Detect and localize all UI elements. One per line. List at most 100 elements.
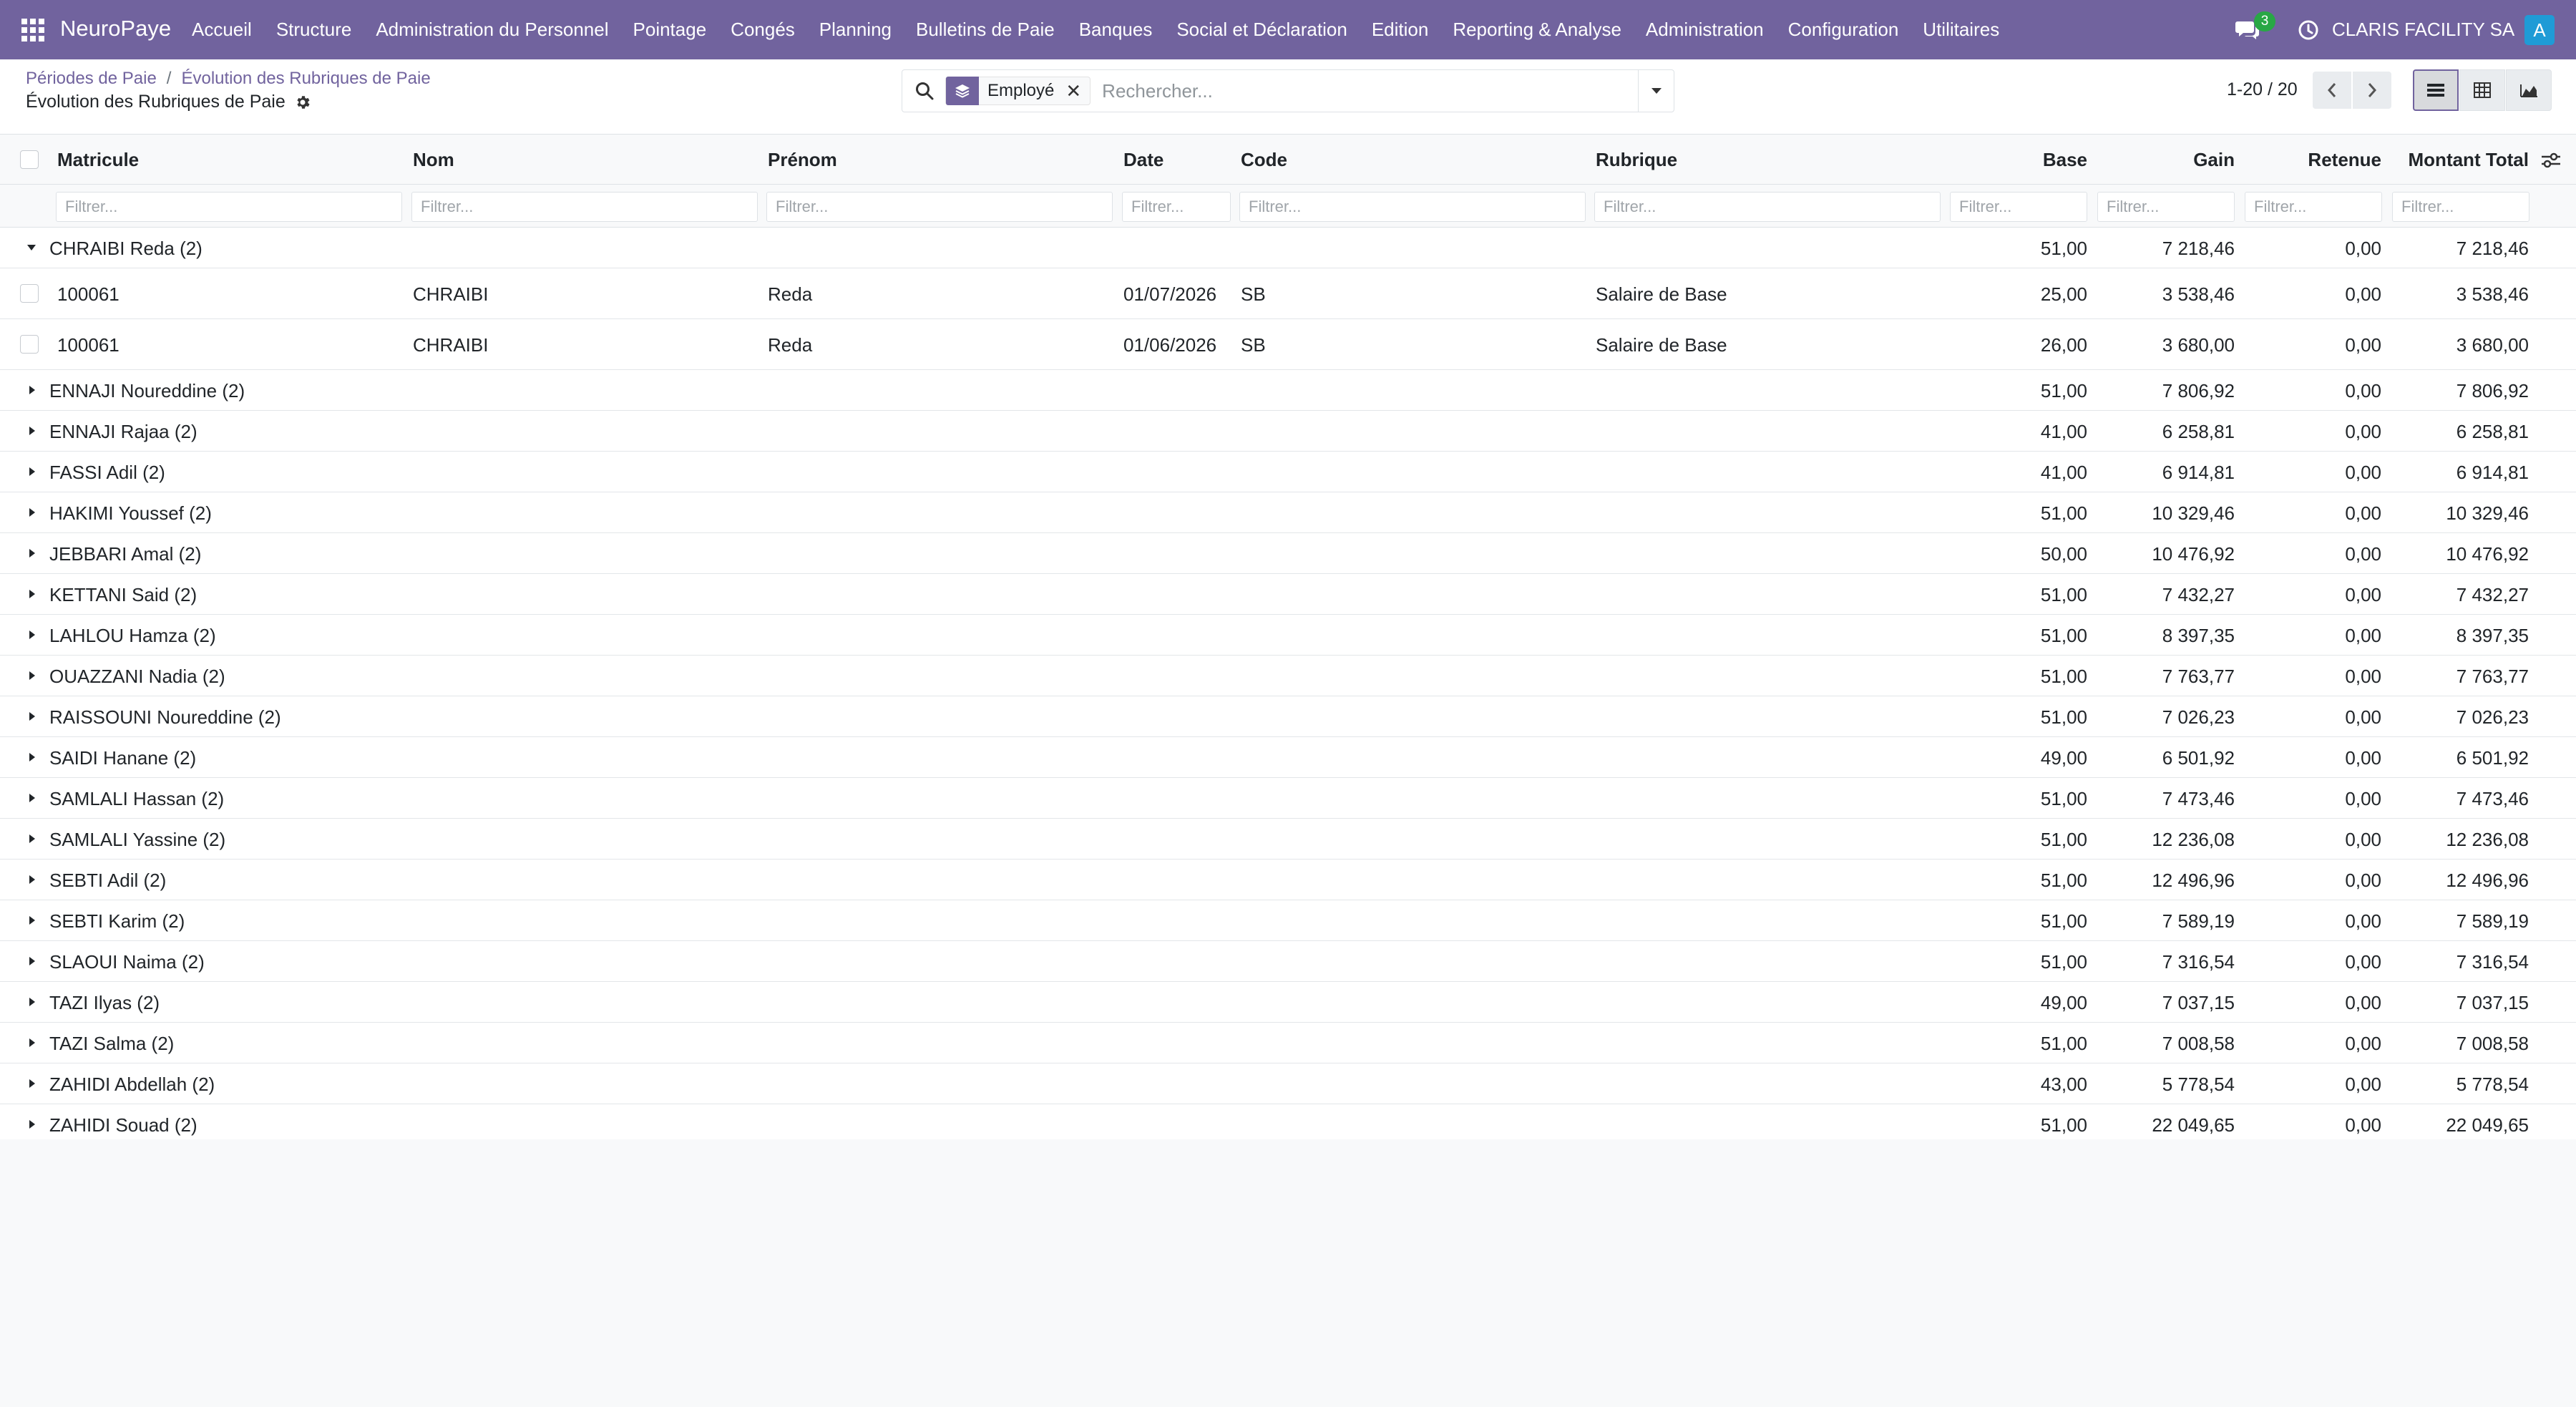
group-row[interactable]: CHRAIBI Reda (2) 51,00 7 218,46 0,00 7 2… (0, 228, 2576, 268)
group-row[interactable]: ENNAJI Rajaa (2) 41,00 6 258,81 0,00 6 258,8… (0, 411, 2576, 452)
column-header-retenue[interactable]: Retenue (2308, 149, 2381, 171)
breadcrumb-link-periodes[interactable]: Périodes de Paie (26, 69, 157, 88)
column-header-nom[interactable]: Nom (413, 149, 454, 171)
filter-input-retenue[interactable] (2245, 192, 2382, 222)
group-retenue: 0,00 (2345, 584, 2381, 605)
menu-item[interactable]: Edition (1360, 19, 1441, 41)
select-all-checkbox[interactable] (20, 150, 39, 169)
filter-input-rubrique[interactable] (1594, 192, 1941, 222)
column-header-base[interactable]: Base (2043, 149, 2087, 171)
group-total: 7 218,46 (2456, 238, 2529, 259)
sliders-icon[interactable] (2540, 150, 2562, 170)
group-row[interactable]: SEBTI Adil (2) 51,00 12 496,96 0,00 12 496,9… (0, 860, 2576, 900)
menu-item[interactable]: Banques (1067, 19, 1165, 41)
menu-item[interactable]: Social et Déclaration (1164, 19, 1359, 41)
list-view-button[interactable] (2413, 69, 2459, 111)
table-row[interactable]: 100061 CHRAIBI Reda 01/06/2026 SB Salaire de … (0, 319, 2576, 370)
graph-view-button[interactable] (2506, 69, 2552, 111)
group-row[interactable]: SLAOUI Naima (2) 51,00 7 316,54 0,00 7 316,5… (0, 941, 2576, 982)
group-gain: 6 914,81 (2162, 462, 2235, 483)
company-switcher[interactable]: CLARIS FACILITY SA (2332, 19, 2514, 41)
menu-item[interactable]: Bulletins de Paie (904, 19, 1067, 41)
column-header-matricule[interactable]: Matricule (57, 149, 139, 171)
menu-item[interactable]: Pointage (621, 19, 719, 41)
group-label: RAISSOUNI Noureddine (2) (49, 706, 281, 728)
column-header-prenom[interactable]: Prénom (768, 149, 837, 171)
app-brand[interactable]: NeuroPaye (60, 16, 171, 42)
filter-input-nom[interactable] (411, 192, 758, 222)
filter-input-montant-total[interactable] (2392, 192, 2529, 222)
cell-matricule: 100061 (57, 334, 119, 356)
group-row[interactable]: TAZI Salma (2) 51,00 7 008,58 0,00 7 008,58 (0, 1023, 2576, 1063)
search-input[interactable] (1102, 79, 1638, 102)
group-row[interactable]: JEBBARI Amal (2) 50,00 10 476,92 0,00 10 476… (0, 533, 2576, 574)
column-header-montant-total[interactable]: Montant Total (2409, 149, 2529, 171)
user-avatar[interactable]: A (2524, 15, 2555, 45)
page-title-text: Évolution des Rubriques de Paie (26, 92, 286, 112)
group-row[interactable]: HAKIMI Youssef (2) 51,00 10 329,46 0,00 10 3… (0, 492, 2576, 533)
menu-item[interactable]: Reporting & Analyse (1440, 19, 1634, 41)
column-header-code[interactable]: Code (1241, 149, 1287, 171)
table-row[interactable]: 100061 CHRAIBI Reda 01/07/2026 SB Salaire de … (0, 268, 2576, 319)
group-row[interactable]: SAMLALI Yassine (2) 51,00 12 236,08 0,00 12 … (0, 819, 2576, 860)
menu-item[interactable]: Administration du Personnel (364, 19, 620, 41)
group-retenue: 0,00 (2345, 238, 2381, 259)
group-gain: 7 037,15 (2162, 992, 2235, 1013)
group-row[interactable]: ENNAJI Noureddine (2) 51,00 7 806,92 0,00 7 … (0, 370, 2576, 411)
menu-item[interactable]: Configuration (1776, 19, 1911, 41)
breadcrumb-link-evolution[interactable]: Évolution des Rubriques de Paie (181, 69, 430, 88)
list-table: Matricule Nom Prénom Date Code Rubrique … (0, 135, 2576, 1189)
caret-right-icon (29, 998, 35, 1006)
menu-item[interactable]: Congés (718, 19, 807, 41)
menu-item[interactable]: Structure (264, 19, 364, 41)
search-options-toggle[interactable] (1638, 70, 1674, 112)
group-row[interactable]: RAISSOUNI Noureddine (2) 51,00 7 026,23 0,0… (0, 696, 2576, 737)
list-icon (2427, 84, 2444, 97)
group-row[interactable]: TAZI Ilyas (2) 49,00 7 037,15 0,00 7 037,15 (0, 982, 2576, 1023)
pager-value[interactable]: 1-20 / 20 (2227, 79, 2298, 100)
menu-item[interactable]: Accueil (180, 19, 264, 41)
breadcrumb: Périodes de Paie / Évolution des Rubriques… (26, 69, 431, 89)
gear-icon[interactable] (294, 94, 311, 111)
row-checkbox[interactable] (20, 284, 39, 303)
filter-input-matricule[interactable] (56, 192, 402, 222)
clock-icon[interactable] (2297, 19, 2320, 42)
column-header-gain[interactable]: Gain (2193, 149, 2235, 171)
group-gain: 8 397,35 (2162, 625, 2235, 646)
filter-input-date[interactable] (1122, 192, 1231, 222)
group-label: SLAOUI Naima (2) (49, 951, 205, 973)
group-row[interactable]: ZAHIDI Abdellah (2) 43,00 5 778,54 0,00 5 77… (0, 1063, 2576, 1104)
row-checkbox[interactable] (20, 335, 39, 354)
filter-input-prenom[interactable] (766, 192, 1113, 222)
caret-right-icon (29, 671, 35, 680)
filter-input-base[interactable] (1950, 192, 2087, 222)
group-row[interactable]: SAMLALI Hassan (2) 51,00 7 473,46 0,00 7 473… (0, 778, 2576, 819)
menu-item[interactable]: Planning (807, 19, 904, 41)
search-icon[interactable] (914, 80, 935, 102)
pager-next-button[interactable] (2353, 72, 2391, 109)
top-navbar: NeuroPaye Accueil Structure Administration… (0, 0, 2576, 59)
column-header-rubrique[interactable]: Rubrique (1596, 149, 1677, 171)
group-row[interactable]: KETTANI Said (2) 51,00 7 432,27 0,00 7 432,2… (0, 574, 2576, 615)
filter-input-code[interactable] (1239, 192, 1586, 222)
group-total: 6 501,92 (2456, 747, 2529, 769)
pivot-view-button[interactable] (2459, 69, 2505, 111)
filter-input-gain[interactable] (2097, 192, 2235, 222)
apps-grid-icon[interactable] (21, 19, 44, 42)
caret-right-icon (29, 549, 35, 558)
cell-retenue: 0,00 (2345, 283, 2381, 305)
group-gain: 22 049,65 (2152, 1114, 2235, 1136)
group-row[interactable]: OUAZZANI Nadia (2) 51,00 7 763,77 0,00 7 763… (0, 656, 2576, 696)
column-header-date[interactable]: Date (1123, 149, 1163, 171)
menu-item[interactable]: Administration (1634, 19, 1776, 41)
menu-item[interactable]: Utilitaires (1911, 19, 2011, 41)
pager-previous-button[interactable] (2313, 72, 2351, 109)
group-row[interactable]: LAHLOU Hamza (2) 51,00 8 397,35 0,00 8 397,3… (0, 615, 2576, 656)
facet-remove-icon[interactable]: ✕ (1063, 80, 1090, 102)
search-facet-employe: Employé ✕ (945, 77, 1091, 105)
group-row[interactable]: SEBTI Karim (2) 51,00 7 589,19 0,00 7 589,19 (0, 900, 2576, 941)
table-filter-row (0, 185, 2576, 228)
main-menu: Accueil Structure Administration du Person… (180, 0, 2011, 59)
group-row[interactable]: FASSI Adil (2) 41,00 6 914,81 0,00 6 914,81 (0, 452, 2576, 492)
group-row[interactable]: SAIDI Hanane (2) 49,00 6 501,92 0,00 6 501,9… (0, 737, 2576, 778)
